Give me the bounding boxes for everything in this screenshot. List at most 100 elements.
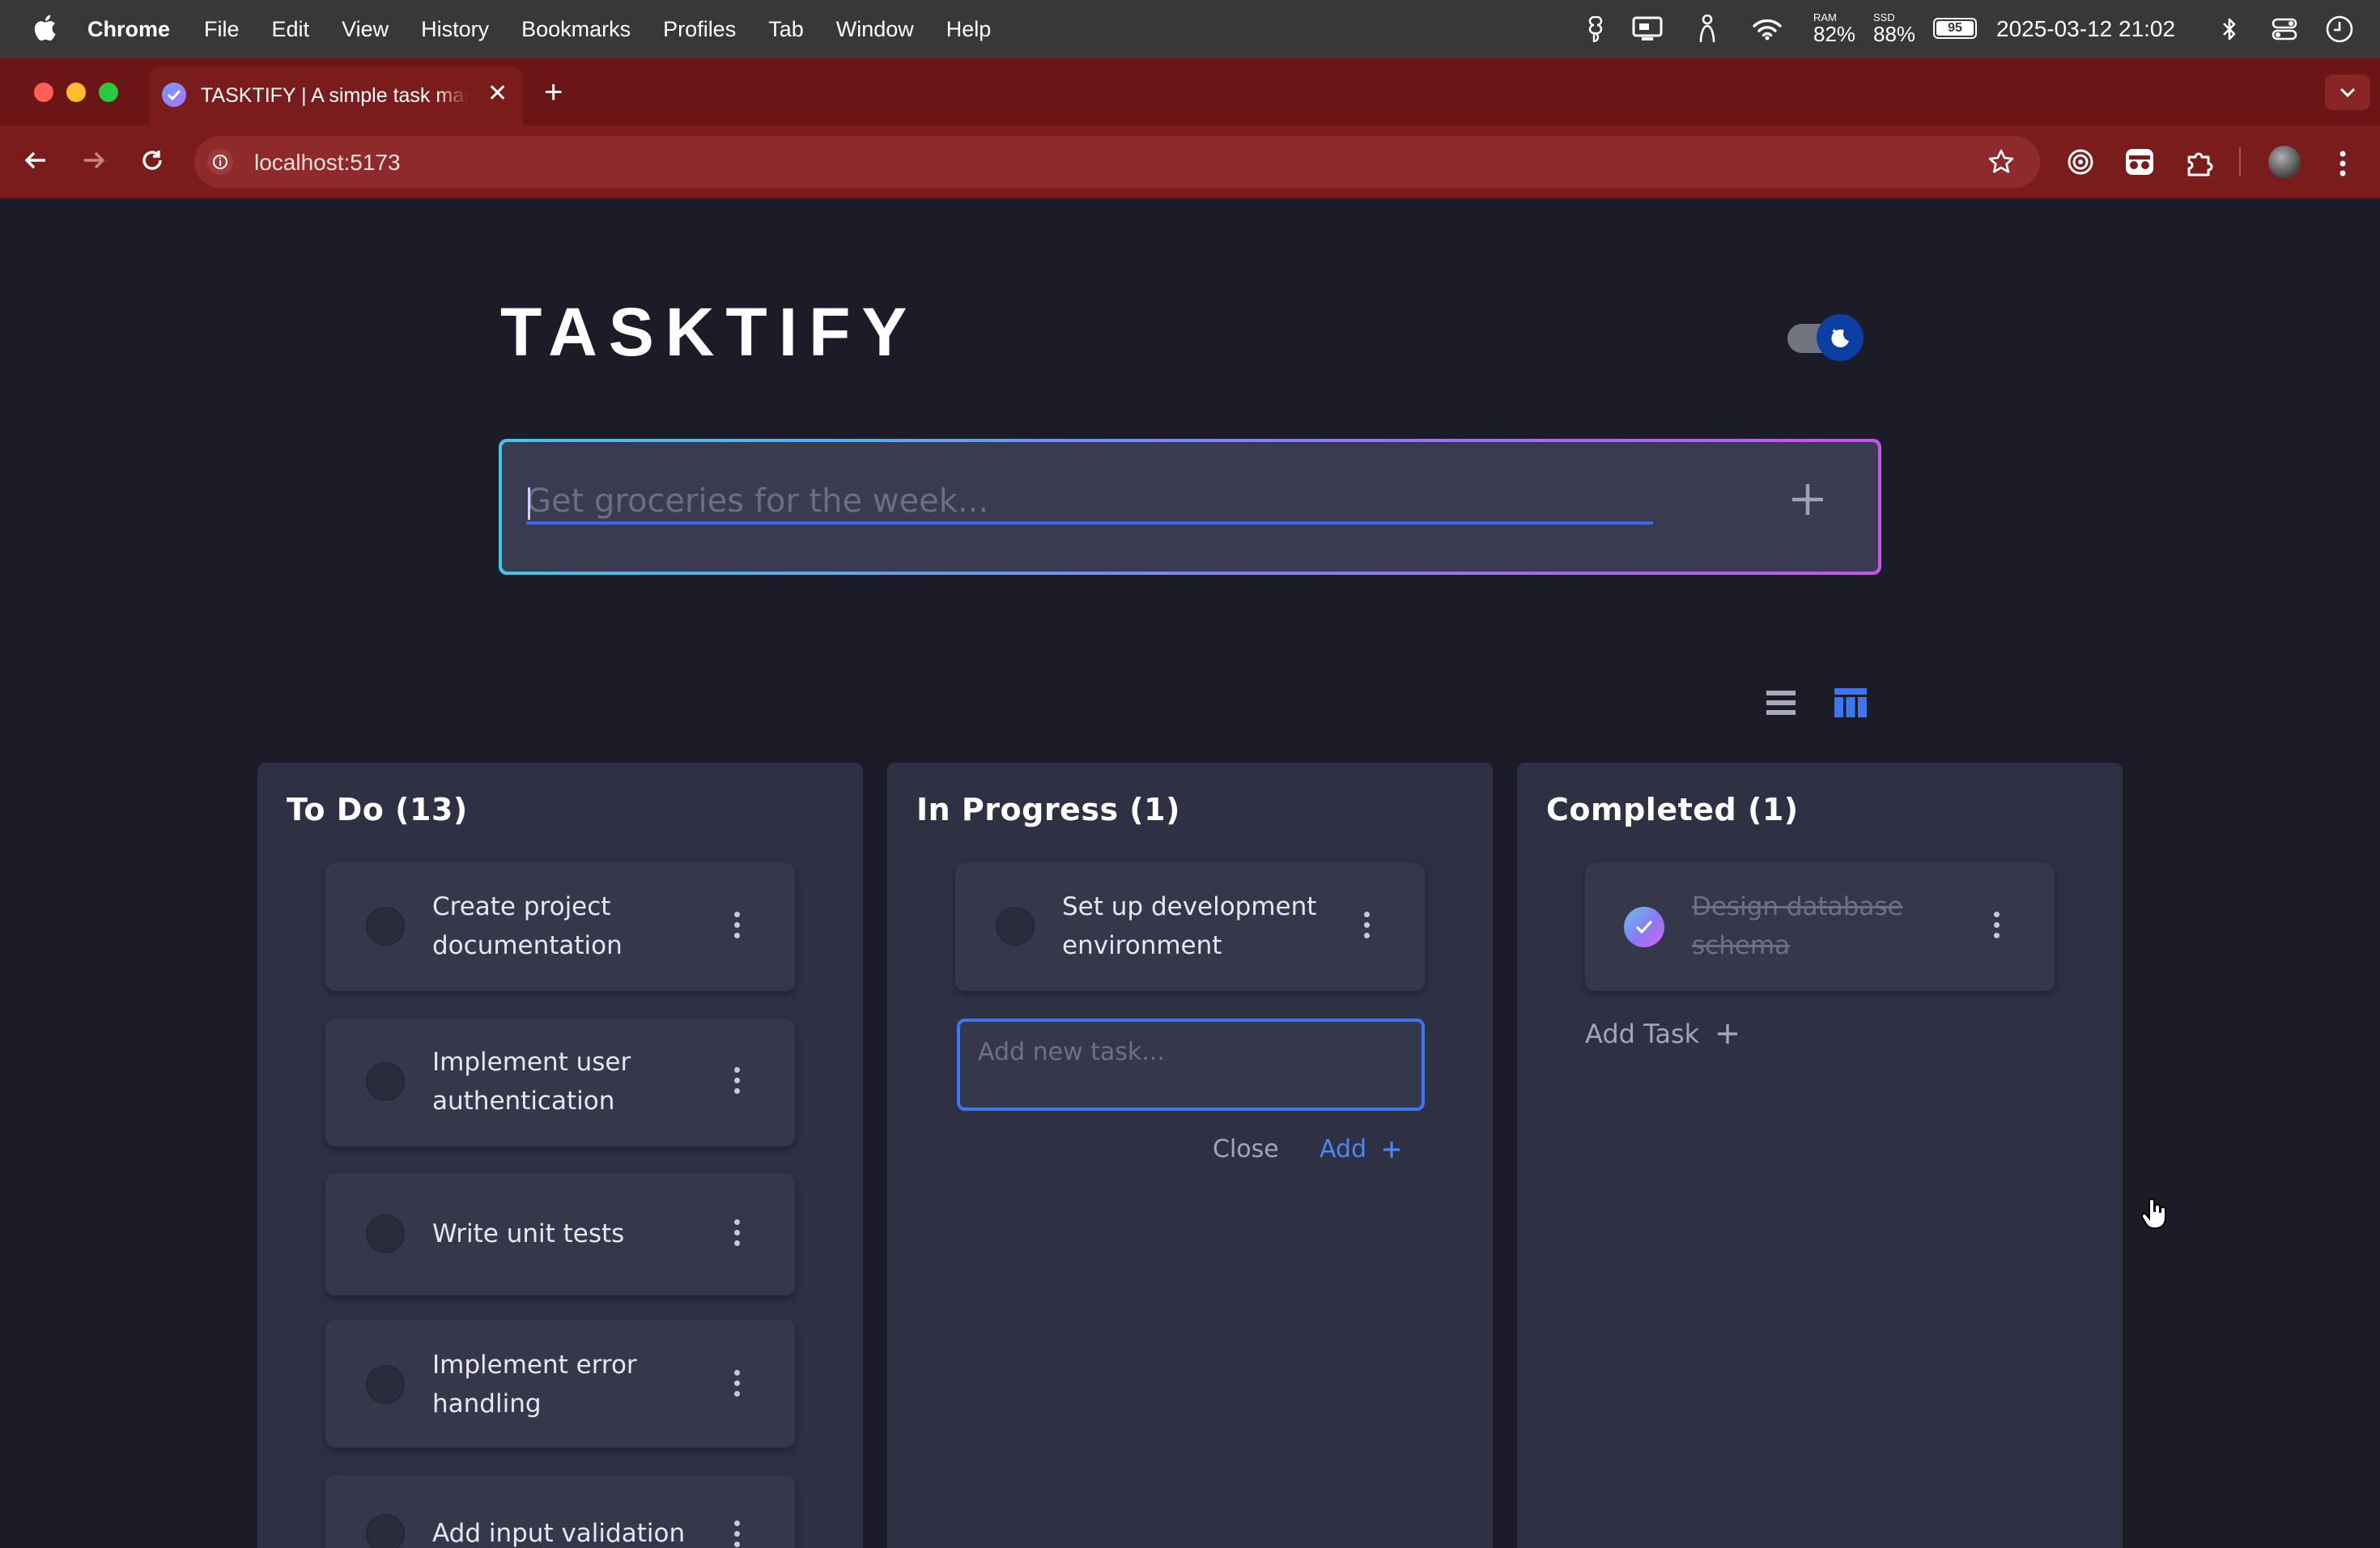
add-button[interactable]: Add: [1320, 1135, 1402, 1163]
menu-edit[interactable]: Edit: [272, 17, 310, 42]
clock-icon[interactable]: [2325, 15, 2354, 44]
ram-value: 82%: [1813, 22, 1856, 46]
back-arrow-icon[interactable]: [19, 144, 52, 176]
task-checkbox[interactable]: [366, 1365, 405, 1404]
hand-cursor-icon: [2140, 1198, 2166, 1229]
moon-icon: [1817, 314, 1864, 361]
window-minimize-button[interactable]: [66, 83, 86, 102]
browser-tab-active[interactable]: TASKTIFY | A simple task manager ✕: [149, 66, 523, 125]
window-close-button[interactable]: [34, 83, 53, 102]
bluetooth-icon[interactable]: [2221, 16, 2238, 42]
ssd-stat[interactable]: SSD 88%: [1873, 11, 1915, 45]
address-bar[interactable]: localhost:5173: [194, 136, 2040, 188]
window-zoom-button[interactable]: [99, 83, 118, 102]
ssd-value: 88%: [1873, 22, 1916, 46]
task-text: Implement error handling: [432, 1350, 637, 1418]
task-text: Design database schema: [1692, 892, 1903, 960]
apple-logo-icon[interactable]: [32, 13, 57, 42]
app-logo: TASKTIFY: [500, 294, 919, 370]
task-menu-kebab-icon[interactable]: [729, 1370, 745, 1397]
record-extension-icon[interactable]: [2066, 147, 2095, 176]
column-title-todo: To Do (13): [287, 792, 468, 827]
display-icon[interactable]: [1632, 16, 1663, 42]
battery-icon[interactable]: 95: [1933, 18, 1977, 39]
site-info-icon[interactable]: [207, 149, 233, 175]
task-card[interactable]: Add input validation: [325, 1475, 795, 1548]
ram-stat[interactable]: RAM 82%: [1813, 11, 1855, 45]
tasktify-favicon-icon: [162, 83, 186, 107]
task-card[interactable]: Write unit tests: [325, 1174, 795, 1295]
tab-title: TASKTIFY | A simple task manager: [201, 84, 468, 107]
plus-icon: [1383, 1141, 1400, 1158]
macos-menu-bar: Chrome File Edit View History Bookmarks …: [0, 0, 2380, 58]
task-checked-icon[interactable]: [1624, 907, 1664, 947]
menu-profiles[interactable]: Profiles: [663, 17, 736, 42]
task-card[interactable]: Set up development environment: [955, 863, 1425, 991]
new-task-inline-frame: [957, 1019, 1425, 1111]
menu-tab[interactable]: Tab: [768, 17, 804, 42]
close-button[interactable]: Close: [1213, 1135, 1279, 1163]
chrome-menu-kebab-icon[interactable]: [2336, 147, 2349, 180]
task-text: Write unit tests: [432, 1219, 625, 1248]
add-task-label: Add Task: [1585, 1019, 1700, 1049]
menu-file[interactable]: File: [204, 17, 240, 42]
forward-arrow-icon[interactable]: [78, 144, 110, 176]
address-url[interactable]: localhost:5173: [254, 150, 401, 176]
profile-avatar[interactable]: [2268, 146, 2301, 178]
new-tab-button[interactable]: +: [544, 74, 563, 110]
new-task-main-input-frame: [499, 439, 1881, 575]
list-view-icon[interactable]: [1765, 688, 1797, 717]
task-card[interactable]: Implement user authentication: [325, 1019, 795, 1146]
task-menu-kebab-icon[interactable]: [729, 912, 745, 938]
new-task-inline-input[interactable]: [978, 1038, 1399, 1066]
task-checkbox[interactable]: [366, 1214, 405, 1253]
tab-close-icon[interactable]: ✕: [487, 81, 508, 107]
figma-icon[interactable]: [1587, 16, 1604, 42]
toolbar-divider: [2239, 147, 2241, 176]
plus-icon: [1718, 1024, 1738, 1044]
task-menu-kebab-icon[interactable]: [1358, 912, 1375, 938]
column-title-in-progress: In Progress (1): [916, 792, 1180, 827]
battery-level: 95: [1936, 21, 1974, 36]
bookmark-star-icon[interactable]: [1987, 147, 2016, 176]
task-menu-kebab-icon[interactable]: [729, 1067, 745, 1094]
task-menu-kebab-icon[interactable]: [729, 1520, 745, 1547]
menu-history[interactable]: History: [421, 17, 489, 42]
tab-search-button[interactable]: [2325, 74, 2370, 110]
menu-window[interactable]: Window: [836, 17, 914, 42]
task-text: Add input validation: [432, 1519, 686, 1548]
add-plus-icon[interactable]: [1787, 479, 1828, 520]
task-card-completed[interactable]: Design database schema: [1585, 863, 2055, 991]
figure-icon[interactable]: [1697, 15, 1718, 44]
column-todo: To Do (13) Create project documentation …: [257, 763, 863, 1548]
menu-clock[interactable]: 2025-03-12 21:02: [1996, 16, 2175, 42]
wifi-icon[interactable]: [1752, 18, 1783, 40]
extensions-puzzle-icon[interactable]: [2184, 147, 2215, 178]
incognito-extension-icon[interactable]: [2124, 147, 2155, 176]
chevron-down-icon: [2340, 87, 2356, 97]
task-card[interactable]: Implement error handling: [325, 1320, 795, 1448]
theme-toggle[interactable]: [1787, 314, 1868, 361]
task-text: Implement user authentication: [432, 1048, 631, 1116]
board-view-icon[interactable]: [1833, 687, 1868, 719]
add-task-button[interactable]: Add Task: [1585, 1019, 1740, 1049]
control-center-icon[interactable]: [2272, 18, 2297, 40]
menu-help[interactable]: Help: [946, 17, 992, 42]
task-card[interactable]: Create project documentation: [325, 863, 795, 991]
column-in-progress: In Progress (1) Set up development envir…: [887, 763, 1493, 1548]
task-checkbox[interactable]: [366, 1062, 405, 1101]
new-task-main-input[interactable]: [526, 481, 1653, 525]
task-checkbox[interactable]: [996, 907, 1035, 946]
menu-app-name[interactable]: Chrome: [87, 17, 170, 42]
reload-icon[interactable]: [136, 144, 168, 176]
column-title-completed: Completed (1): [1546, 792, 1799, 827]
task-menu-kebab-icon[interactable]: [1988, 912, 2004, 938]
task-checkbox[interactable]: [366, 907, 405, 946]
menu-bookmarks[interactable]: Bookmarks: [521, 17, 631, 42]
app-viewport: TASKTIFY To Do (13) Create project docu: [0, 201, 2380, 1548]
menu-view[interactable]: View: [342, 17, 389, 42]
task-menu-kebab-icon[interactable]: [729, 1219, 745, 1246]
task-text: Create project documentation: [432, 892, 623, 960]
task-checkbox[interactable]: [366, 1514, 405, 1548]
task-text: Set up development environment: [1062, 892, 1317, 960]
